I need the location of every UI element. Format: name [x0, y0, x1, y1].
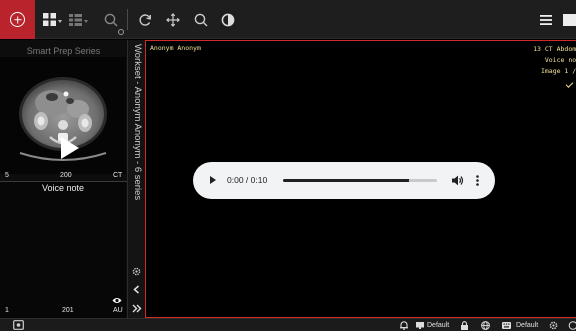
- audio-play-button[interactable]: [210, 176, 216, 184]
- settings-icon[interactable]: [132, 267, 141, 276]
- badge-icon: [118, 29, 124, 35]
- play-icon: [61, 137, 79, 159]
- help-icon[interactable]: [568, 321, 576, 330]
- audio-progress-bar[interactable]: [283, 179, 437, 182]
- zoom-button[interactable]: [100, 0, 124, 39]
- main-menu-button[interactable]: [536, 0, 556, 39]
- zoom-tool[interactable]: [191, 0, 211, 39]
- more-options-icon[interactable]: [476, 175, 479, 186]
- double-chevron-right-icon[interactable]: [132, 304, 142, 313]
- series-info: 13 CT Abdomen: [533, 45, 576, 53]
- window-level-tool[interactable]: [218, 0, 238, 39]
- layout-grid-button[interactable]: [40, 0, 64, 39]
- rotate-icon: [139, 13, 151, 26]
- display-preset-label[interactable]: Default: [427, 319, 449, 331]
- image-position: Image 1 / 1: [540, 67, 576, 75]
- volume-icon[interactable]: [452, 175, 464, 186]
- toolbar-divider: [127, 9, 128, 30]
- add-button[interactable]: [0, 0, 35, 39]
- workset-strip: Workset - Anonym Anonym - 6 series: [127, 40, 145, 318]
- hamburger-icon: [540, 14, 552, 25]
- magnifier-icon: [104, 13, 118, 26]
- series-thumbnail-voice-note[interactable]: Voice note: [0, 182, 126, 318]
- chevron-down-icon: [83, 20, 88, 23]
- thumbnail-modality: AU: [113, 307, 123, 314]
- audio-progress-fill: [283, 179, 410, 182]
- series-description: Voice note: [544, 56, 576, 64]
- audio-player: 0:00 / 0:10: [193, 162, 495, 199]
- globe-icon[interactable]: [481, 321, 490, 330]
- magnifier-icon: [194, 13, 208, 26]
- panel-toggle-button[interactable]: [563, 0, 576, 39]
- keyboard-preset-label[interactable]: Default: [516, 319, 538, 331]
- thumbnail-modality: CT: [113, 172, 123, 179]
- audio-time: 0:00 / 0:10: [227, 175, 268, 185]
- workset-label[interactable]: Workset - Anonym Anonym - 6 series: [130, 44, 144, 200]
- settings-icon[interactable]: [549, 321, 558, 330]
- thumbnail-series-number: 1: [5, 307, 9, 314]
- series-info-overlay: 13 CT Abdomen Voice note Image 1 / 1: [533, 44, 576, 77]
- patient-name-overlay: Anonym Anonym: [150, 44, 201, 52]
- series-panel: Smart Prep Series 5 200 CT Voice note 1 …: [0, 40, 127, 318]
- thumbnail-label: Voice note: [41, 183, 85, 193]
- monitor-icon[interactable]: [416, 322, 424, 329]
- viewer-mode-icon[interactable]: [13, 320, 24, 330]
- move-arrows-icon: [166, 12, 180, 27]
- thumbnail-series-number: 5: [5, 172, 9, 179]
- thumbnail-image-count: 200: [60, 172, 72, 179]
- rotate-tool[interactable]: [135, 0, 155, 39]
- eye-icon[interactable]: [112, 297, 122, 304]
- grid-layout-icon: [42, 13, 56, 26]
- bell-icon[interactable]: [400, 321, 408, 330]
- main-toolbar: [0, 0, 576, 39]
- series-list-button[interactable]: [67, 0, 89, 39]
- contrast-icon: [221, 13, 235, 26]
- keyboard-icon[interactable]: [502, 322, 511, 329]
- add-circle-icon: [10, 12, 25, 27]
- check-icon: [565, 80, 574, 88]
- thumbnail-image-count: 201: [62, 307, 74, 314]
- list-layout-icon: [68, 13, 82, 26]
- series-panel-title: Smart Prep Series: [26, 46, 101, 56]
- status-bar: Default Default: [0, 318, 576, 331]
- lock-icon[interactable]: [461, 321, 468, 330]
- pan-tool[interactable]: [163, 0, 183, 39]
- chevron-down-icon: [57, 20, 62, 23]
- panel-icon: [563, 13, 576, 26]
- image-viewport[interactable]: Anonym Anonym 13 CT Abdomen Voice note I…: [145, 40, 576, 318]
- chevron-left-icon[interactable]: [133, 285, 140, 294]
